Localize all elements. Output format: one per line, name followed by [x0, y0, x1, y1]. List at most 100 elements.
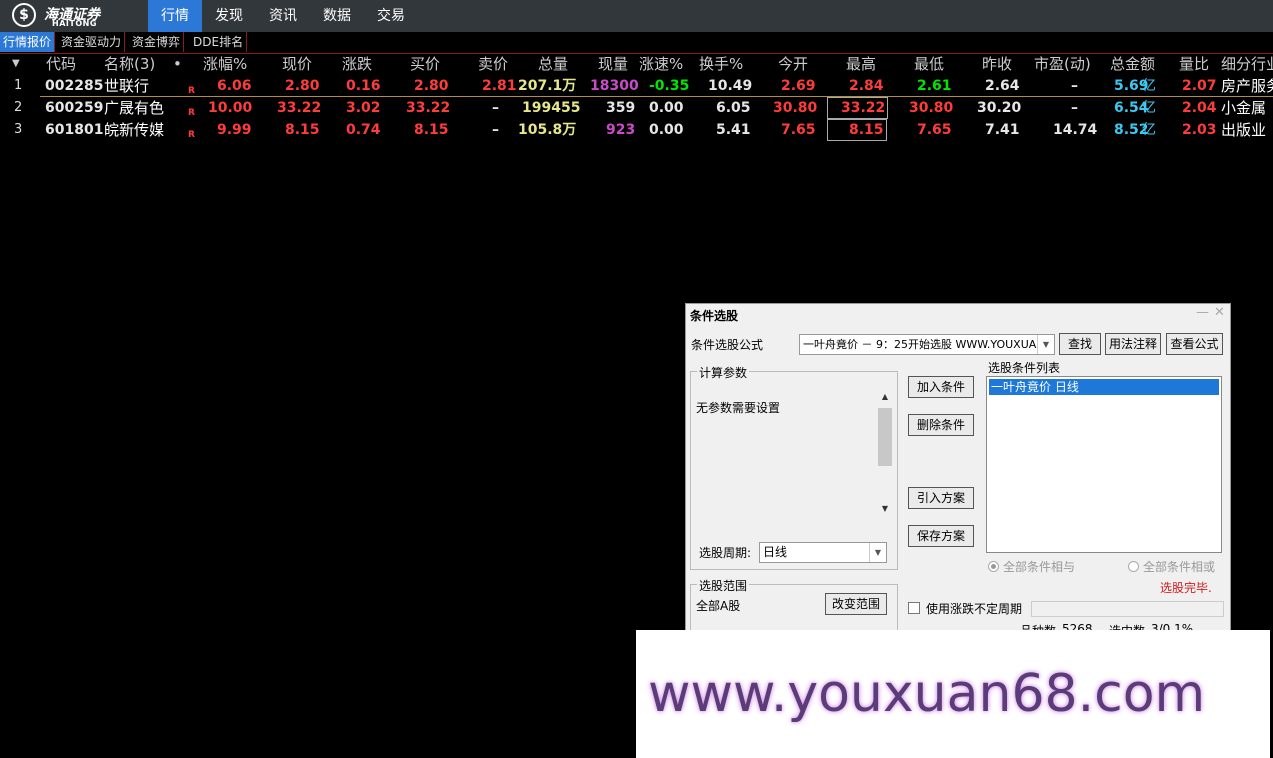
import-plan-button[interactable]: 引入方案 — [908, 487, 974, 509]
tab-fund-drive[interactable]: 资金驱动力 — [58, 32, 126, 52]
col-prev-close[interactable]: 昨收 — [982, 53, 1012, 75]
col-bid[interactable]: 买价 — [410, 53, 440, 75]
menu-data[interactable]: 数据 — [310, 0, 364, 32]
add-condition-button[interactable]: 加入条件 — [908, 376, 974, 398]
radio-or[interactable] — [1128, 561, 1139, 572]
find-button[interactable]: 查找 — [1059, 333, 1101, 355]
col-pe[interactable]: 市盈(动) — [1034, 53, 1091, 75]
pe: – — [1071, 100, 1078, 116]
ask: – — [492, 100, 499, 116]
stock-code: 002285 — [45, 78, 104, 94]
high: 8.15 — [827, 119, 887, 141]
col-high[interactable]: 最高 — [846, 53, 876, 75]
turnover: 10.49 — [708, 78, 753, 94]
logo-coin-icon: $ — [12, 3, 36, 27]
row-index: 1 — [14, 78, 23, 93]
change-range-button[interactable]: 改变范围 — [825, 593, 887, 615]
tab-dde-rank[interactable]: DDE排名 — [190, 32, 248, 52]
chg-pct: 10.00 — [208, 100, 253, 116]
chevron-down-icon[interactable]: ▼ — [869, 543, 886, 562]
col-industry[interactable]: 细分行业 — [1221, 53, 1273, 75]
condition-picker-dialog: 条件选股 — ✕ 条件选股公式 一叶舟竟价 － 9：25开始选股 WWW.YOU… — [685, 303, 1231, 633]
params-scrollbar[interactable]: ▲ ▼ — [877, 392, 893, 518]
col-chg-pct[interactable]: 涨幅% — [203, 53, 247, 75]
period-value: 日线 — [763, 545, 788, 559]
menu-news[interactable]: 资讯 — [256, 0, 310, 32]
close-icon[interactable]: ✕ — [1214, 305, 1225, 320]
menu-trade[interactable]: 交易 — [364, 0, 418, 32]
low: 7.65 — [917, 122, 952, 138]
volume: 199455 — [522, 100, 581, 116]
table-row[interactable]: 1 002285 世联行 R 6.06 2.80 0.16 2.80 2.81 … — [0, 75, 1273, 97]
industry: 出版业 — [1221, 121, 1267, 139]
menu-discover[interactable]: 发现 — [202, 0, 256, 32]
range-group: 选股范围 全部A股 改变范围 — [690, 577, 898, 632]
col-vol[interactable]: 总量 — [538, 53, 568, 75]
current-volume: 359 — [606, 100, 636, 116]
bid: 33.22 — [406, 100, 451, 116]
industry: 小金属 — [1221, 99, 1267, 117]
industry: 房产服务 — [1221, 77, 1273, 95]
col-ask[interactable]: 卖价 — [478, 53, 508, 75]
margin-tag: R — [188, 130, 195, 140]
amount-unit: 亿 — [1142, 100, 1156, 116]
period-label: 选股周期: — [699, 546, 752, 560]
current-volume: 923 — [606, 122, 636, 138]
period-select[interactable]: 日线 ▼ — [759, 542, 887, 563]
amount-unit: 亿 — [1142, 78, 1156, 94]
tab-quotes[interactable]: 行情报价 — [0, 32, 56, 52]
sort-arrow-icon[interactable]: ▼ — [12, 53, 20, 75]
table-row[interactable]: 3 601801 皖新传媒 R 9.99 8.15 0.74 8.15 – 10… — [0, 119, 1273, 141]
tab-fund-game[interactable]: 资金博弈 — [129, 32, 185, 52]
table-row[interactable]: 2 600259 广晟有色 R 10.00 33.22 3.02 33.22 –… — [0, 97, 1273, 119]
view-formula-button[interactable]: 查看公式 — [1166, 333, 1223, 355]
col-chg[interactable]: 涨跌 — [342, 53, 372, 75]
col-vol-ratio[interactable]: 量比 — [1179, 53, 1209, 75]
low: 30.80 — [909, 100, 954, 116]
col-price[interactable]: 现价 — [282, 53, 312, 75]
scroll-thumb[interactable] — [878, 408, 892, 466]
col-amount[interactable]: 总金额 — [1110, 53, 1155, 75]
stock-code: 601801 — [45, 122, 104, 138]
radio-and[interactable] — [988, 561, 999, 572]
uncertain-period-checkbox[interactable] — [908, 602, 920, 614]
minimize-icon[interactable]: — — [1196, 305, 1209, 320]
col-speed[interactable]: 涨速% — [639, 53, 683, 75]
chg: 0.74 — [346, 122, 381, 138]
price: 33.22 — [277, 100, 322, 116]
col-open[interactable]: 今开 — [778, 53, 808, 75]
open: 7.65 — [781, 122, 816, 138]
bid: 2.80 — [414, 78, 449, 94]
save-plan-button[interactable]: 保存方案 — [908, 525, 974, 547]
formula-value: 一叶舟竟价 － 9：25开始选股 WWW.YOUXUAN68.COM — [803, 338, 1054, 351]
stock-name: 世联行 — [104, 77, 150, 95]
col-code[interactable]: 代码 — [46, 53, 76, 75]
vol-ratio: 2.04 — [1182, 100, 1217, 116]
pe: 14.74 — [1053, 122, 1098, 138]
scroll-up-icon[interactable]: ▲ — [877, 392, 893, 401]
list-item[interactable]: 一叶舟竟价 日线 — [989, 379, 1219, 395]
menu-market[interactable]: 行情 — [148, 0, 202, 32]
usage-notes-button[interactable]: 用法注释 — [1105, 333, 1161, 355]
haitong-logo: $ 海通证券 HAITONG — [12, 3, 132, 29]
volume: 207.1万 — [518, 78, 577, 94]
delete-condition-button[interactable]: 删除条件 — [908, 414, 974, 436]
col-low[interactable]: 最低 — [914, 53, 944, 75]
turnover: 5.41 — [716, 122, 751, 138]
price: 2.80 — [285, 78, 320, 94]
scroll-down-icon[interactable]: ▼ — [877, 504, 893, 513]
stock-code: 600259 — [45, 100, 104, 116]
col-name[interactable]: 名称(3) — [104, 53, 155, 75]
open: 2.69 — [781, 78, 816, 94]
progress-bar — [1031, 601, 1224, 617]
col-cur-vol[interactable]: 现量 — [598, 53, 628, 75]
condition-list[interactable]: 一叶舟竟价 日线 — [986, 376, 1222, 553]
prev-close: 2.64 — [985, 78, 1020, 94]
chg-pct: 6.06 — [217, 78, 252, 94]
col-turnover[interactable]: 换手% — [699, 53, 743, 75]
chg: 3.02 — [346, 100, 381, 116]
chg: 0.16 — [346, 78, 381, 94]
chevron-down-icon[interactable]: ▼ — [1037, 335, 1054, 354]
formula-select[interactable]: 一叶舟竟价 － 9：25开始选股 WWW.YOUXUAN68.COM ▼ — [799, 334, 1055, 355]
dialog-titlebar[interactable]: 条件选股 — ✕ — [686, 304, 1230, 324]
